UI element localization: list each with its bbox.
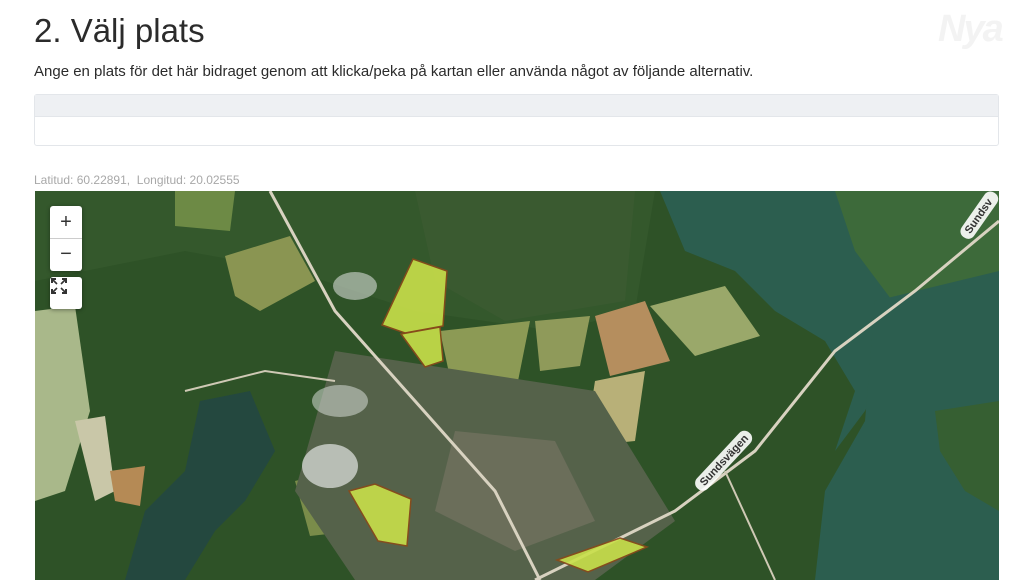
longitude-label: Longitud:	[136, 173, 187, 187]
page-instructions: Ange en plats för det här bidraget genom…	[34, 63, 754, 80]
zoom-in-button[interactable]: +	[50, 206, 82, 238]
page-title: 2. Välj plats	[34, 12, 205, 49]
map-imagery[interactable]: Sundsvägen Sundsv	[35, 191, 999, 580]
options-panel-header	[35, 95, 998, 117]
satellite-map[interactable]: Sundsvägen Sundsv + −	[35, 191, 999, 580]
coordinates-readout: Latitud: 60.22891, Longitud: 20.02555	[34, 173, 240, 187]
zoom-control: + −	[50, 206, 82, 271]
location-options-panel	[34, 94, 999, 146]
fullscreen-button[interactable]	[50, 277, 82, 309]
latitude-value: 60.22891	[76, 173, 127, 187]
latitude-label: Latitud:	[34, 173, 74, 187]
zoom-out-button[interactable]: −	[50, 238, 82, 270]
longitude-value: 20.02555	[189, 173, 240, 187]
watermark-logo: Nya	[938, 8, 1004, 50]
fullscreen-expand-icon[interactable]	[50, 277, 82, 309]
